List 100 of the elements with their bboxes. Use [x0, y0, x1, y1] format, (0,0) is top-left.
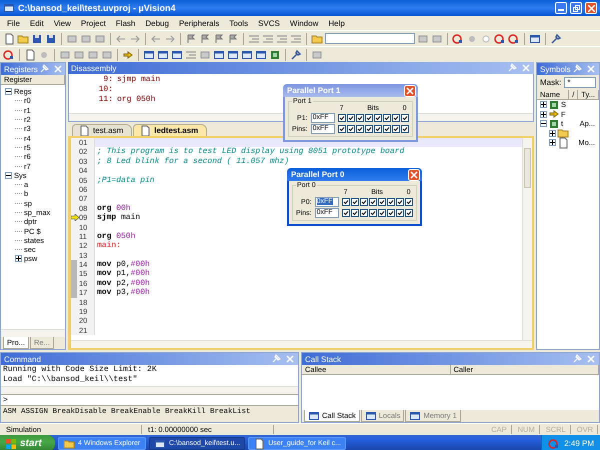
bit-checkbox[interactable] — [386, 209, 395, 217]
bit-checkbox[interactable] — [382, 114, 391, 122]
bit-checkbox[interactable] — [400, 125, 409, 133]
new-file-icon[interactable] — [3, 32, 15, 44]
bit-checkbox[interactable] — [342, 209, 350, 217]
analysis-window-icon[interactable] — [255, 48, 267, 60]
expand-toggle[interactable] — [549, 139, 556, 146]
bit-checkbox[interactable] — [342, 198, 350, 206]
chip-icon — [548, 98, 560, 111]
bit-checkbox[interactable] — [404, 209, 413, 217]
bit-checkbox[interactable] — [360, 209, 368, 217]
open-file-icon[interactable] — [311, 32, 323, 44]
code-line: ; This program is to test LED display using 8051 prototype board — [96, 147, 404, 157]
window-icon — [308, 410, 320, 422]
menu-item[interactable]: Flash — [110, 18, 140, 28]
bit-checkbox[interactable] — [374, 114, 382, 122]
bit-checkbox[interactable] — [360, 198, 368, 206]
expand-toggle[interactable] — [15, 255, 22, 262]
bit-checkbox[interactable] — [368, 209, 377, 217]
bit-checkbox[interactable] — [364, 125, 373, 133]
code-line: mov p2,#00h — [96, 278, 150, 288]
bit-checkbox[interactable] — [386, 198, 395, 206]
bit-checkbox[interactable] — [350, 209, 359, 217]
bit-checkbox[interactable] — [392, 114, 400, 122]
bit-checkbox[interactable] — [396, 198, 404, 206]
horizontal-scrollbar[interactable] — [1, 329, 65, 337]
bit-checkbox[interactable] — [378, 209, 386, 217]
bit-checkbox[interactable] — [350, 198, 359, 206]
menu-item[interactable]: Debug — [140, 18, 174, 28]
horizontal-scrollbar[interactable] — [71, 340, 532, 348]
window-layout-icon[interactable] — [529, 32, 541, 44]
dialog-title: Parallel Port 0 — [291, 170, 344, 179]
bookmark-flag-icon[interactable] — [185, 32, 197, 44]
disassembly-window-icon[interactable] — [157, 48, 169, 60]
menu-item[interactable]: View — [48, 18, 76, 28]
open-folder-icon[interactable] — [17, 32, 29, 44]
watch-window-icon[interactable] — [213, 48, 225, 60]
bit-checkbox[interactable] — [338, 114, 346, 122]
show-next-statement-icon[interactable] — [122, 48, 134, 60]
vertical-scrollbar[interactable] — [522, 138, 532, 340]
bit-checkbox[interactable] — [346, 125, 355, 133]
serial-window-icon[interactable] — [241, 48, 253, 60]
settings-icon[interactable] — [550, 32, 562, 44]
code-editor[interactable] — [68, 136, 534, 350]
code-line: org 00h — [96, 204, 131, 213]
menu-item[interactable]: Tools — [224, 18, 254, 28]
close-icon[interactable] — [404, 84, 416, 96]
menu-item[interactable]: Project — [76, 18, 111, 28]
mask-field[interactable]: * — [564, 77, 596, 88]
file-tab[interactable]: ledtest.asm — [133, 124, 208, 136]
code-line: ;P1=data pin — [96, 176, 155, 185]
panel-title: Registers — [4, 64, 38, 74]
search-combo-field[interactable] — [325, 33, 415, 44]
file-icon — [557, 136, 569, 149]
restore-button[interactable] — [570, 2, 582, 14]
expand-toggle[interactable] — [549, 130, 556, 137]
bit-checkbox[interactable] — [374, 125, 382, 133]
save-icon[interactable] — [31, 32, 43, 44]
expand-toggle[interactable] — [540, 101, 547, 108]
minimize-button[interactable] — [555, 2, 567, 14]
memory-window-icon[interactable] — [227, 48, 239, 60]
indent-icon[interactable] — [248, 32, 260, 44]
bit-checkbox[interactable] — [368, 198, 377, 206]
bit-checkbox[interactable] — [364, 114, 373, 122]
file-tab[interactable]: test.asm — [72, 124, 132, 136]
bit-checkbox[interactable] — [338, 125, 346, 133]
collapse-toggle[interactable] — [5, 88, 12, 96]
bit-checkbox[interactable] — [382, 125, 391, 133]
bit-checkbox[interactable] — [356, 114, 364, 122]
menu-item[interactable]: Help — [323, 18, 350, 28]
menu-item[interactable]: Peripherals — [174, 18, 224, 28]
collapse-toggle[interactable] — [540, 120, 547, 128]
menu-item[interactable]: SVCS — [253, 18, 285, 28]
menu-item[interactable]: File — [2, 18, 25, 28]
panel-title: Call Stack — [305, 354, 342, 364]
save-all-icon[interactable] — [45, 32, 57, 44]
window-title: C:\bansod_keil\test.uvproj - µVision4 — [18, 3, 177, 13]
horizontal-scrollbar[interactable] — [1, 386, 298, 394]
symbols-window-icon[interactable] — [171, 48, 183, 60]
menu-item[interactable]: Window — [284, 18, 324, 28]
menu-item[interactable]: Edit — [24, 18, 49, 28]
bookmark-flag-icon[interactable] — [213, 32, 225, 44]
bit-checkbox[interactable] — [346, 114, 355, 122]
close-button[interactable] — [585, 2, 597, 14]
bit-checkbox[interactable] — [356, 125, 364, 133]
bit-checkbox[interactable] — [392, 125, 400, 133]
bookmark-flag-icon[interactable] — [199, 32, 211, 44]
bookmark-flag-icon[interactable] — [227, 32, 239, 44]
close-icon[interactable] — [408, 168, 420, 180]
bit-checkbox[interactable] — [396, 209, 404, 217]
expand-toggle[interactable] — [540, 110, 547, 118]
bit-checkbox[interactable] — [378, 198, 386, 206]
bit-checkbox[interactable] — [404, 198, 413, 206]
collapse-toggle[interactable] — [5, 172, 12, 179]
pin-icon[interactable] — [571, 63, 583, 75]
bit-checkbox[interactable] — [400, 114, 409, 122]
toolbox-icon[interactable] — [290, 48, 302, 60]
disassembly-line: 11: org 050h — [98, 95, 156, 105]
command-window-icon[interactable] — [143, 48, 155, 60]
debug-session-icon[interactable] — [452, 32, 464, 44]
